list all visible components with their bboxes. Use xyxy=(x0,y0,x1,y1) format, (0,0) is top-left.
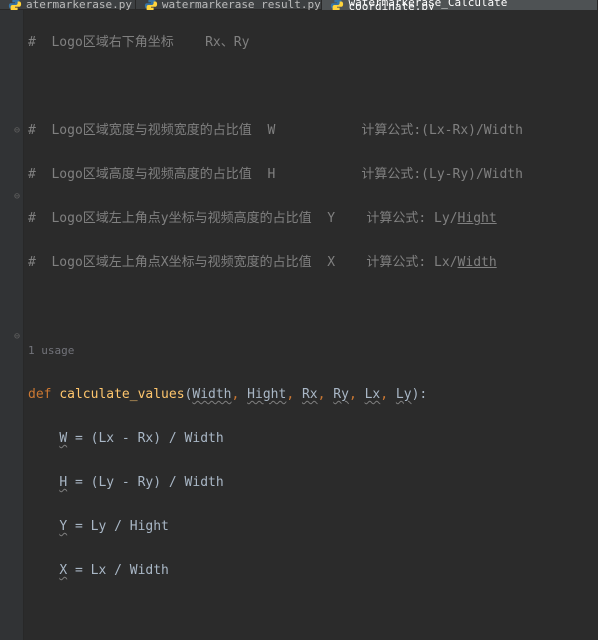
fold-end-icon[interactable]: ⊖ xyxy=(14,326,20,348)
comment-link: Width xyxy=(458,255,497,270)
python-file-icon xyxy=(8,0,22,10)
python-file-icon xyxy=(144,0,158,10)
usage-hint[interactable]: 1 usage xyxy=(28,344,74,357)
local-var: W xyxy=(59,431,67,446)
expr: = (Lx - Rx) / Width xyxy=(67,431,224,446)
comment: # Logo区域右下角坐标 Rx、Ry xyxy=(28,35,249,50)
gutter[interactable]: ⊖ ⊖ ⊖ xyxy=(0,10,24,640)
keyword-def: def xyxy=(28,387,59,402)
tab-label: watermarkerase_result.py xyxy=(162,3,321,7)
comment-link: Hight xyxy=(458,211,497,226)
editor-tabs: atermarkerase.py watermarkerase_result.p… xyxy=(0,0,598,10)
tab-watermarkerase-calculate[interactable]: watermarkerase_Calculate coordinate.py xyxy=(322,0,598,10)
comment: # Logo区域左上角点y坐标与视频高度的占比值 Y 计算公式: Ly/ xyxy=(28,211,458,226)
tab-label: watermarkerase_Calculate coordinate.py xyxy=(348,1,589,9)
python-file-icon xyxy=(330,0,344,10)
editor-area: ⊖ ⊖ ⊖ # Logo区域右下角坐标 Rx、Ry # Logo区域宽度与视频宽… xyxy=(0,10,598,640)
expr: = (Ly - Ry) / Width xyxy=(67,475,224,490)
local-var: H xyxy=(59,475,67,490)
param: Hight xyxy=(247,387,286,402)
param: Rx xyxy=(302,387,318,402)
comment: # Logo区域宽度与视频宽度的占比值 W 计算公式:(Lx-Rx)/Width xyxy=(28,123,523,138)
local-var: X xyxy=(59,563,67,578)
function-name: calculate_values xyxy=(59,387,184,402)
comment: # Logo区域左上角点X坐标与视频宽度的占比值 X 计算公式: Lx/ xyxy=(28,255,458,270)
comment: # Logo区域高度与视频高度的占比值 H 计算公式:(Ly-Ry)/Width xyxy=(28,167,523,182)
tab-watermarkerase[interactable]: atermarkerase.py xyxy=(0,0,136,10)
param: Ly xyxy=(396,387,412,402)
local-var: Y xyxy=(59,519,67,534)
fold-icon[interactable]: ⊖ xyxy=(14,186,20,208)
code-area[interactable]: # Logo区域右下角坐标 Rx、Ry # Logo区域宽度与视频宽度的占比值 … xyxy=(24,10,598,640)
fold-icon[interactable]: ⊖ xyxy=(14,120,20,142)
expr: = Ly / Hight xyxy=(67,519,169,534)
param: Width xyxy=(192,387,231,402)
tab-label: atermarkerase.py xyxy=(26,3,132,7)
param: Lx xyxy=(365,387,381,402)
tab-watermarkerase-result[interactable]: watermarkerase_result.py xyxy=(136,0,323,10)
param: Ry xyxy=(333,387,349,402)
expr: = Lx / Width xyxy=(67,563,169,578)
